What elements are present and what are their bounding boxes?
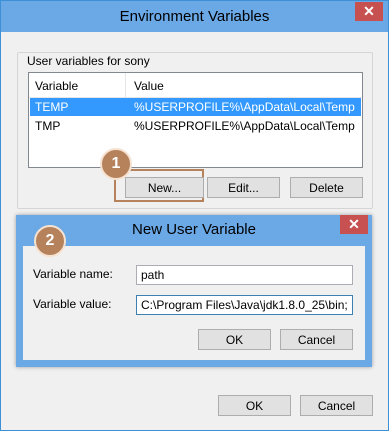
column-header-variable[interactable]: Variable xyxy=(35,79,78,93)
close-button[interactable]: ✕ xyxy=(355,2,383,21)
cancel-button[interactable]: Cancel xyxy=(300,395,373,416)
edit-button[interactable]: Edit... xyxy=(207,177,280,198)
step-marker-2: 2 xyxy=(34,225,66,257)
variable-name-label: Variable name: xyxy=(33,267,113,281)
variable-value-label: Variable value: xyxy=(33,297,112,311)
ok-button[interactable]: OK xyxy=(218,395,291,416)
list-row-tmp[interactable]: TMP %USERPROFILE%\AppData\Local\Temp xyxy=(30,117,361,135)
list-header: Variable Value xyxy=(29,73,362,98)
dialog-body: Variable name: path Variable value: C:\P… xyxy=(23,246,365,360)
delete-button[interactable]: Delete xyxy=(290,177,363,198)
window-title: Environment Variables xyxy=(119,8,270,25)
dialog-close-button[interactable]: ✕ xyxy=(340,215,368,234)
row-value: %USERPROFILE%\AppData\Local\Temp xyxy=(134,100,355,114)
close-icon: ✕ xyxy=(363,3,375,19)
row-value: %USERPROFILE%\AppData\Local\Temp xyxy=(134,119,355,133)
title-bar[interactable]: Environment Variables ✕ xyxy=(1,1,388,32)
row-variable: TMP xyxy=(35,119,61,133)
dialog-cancel-button[interactable]: Cancel xyxy=(280,329,353,350)
user-variables-list[interactable]: Variable Value TEMP %USERPROFILE%\AppDat… xyxy=(28,72,363,168)
user-variables-group-label: User variables for sony xyxy=(25,54,152,68)
new-button[interactable]: New... xyxy=(125,177,204,198)
dialog-ok-button[interactable]: OK xyxy=(198,329,271,350)
close-icon: ✕ xyxy=(348,216,360,232)
list-row-temp[interactable]: TEMP %USERPROFILE%\AppData\Local\Temp xyxy=(30,98,361,116)
dialog-title: New User Variable xyxy=(132,221,256,238)
column-header-value[interactable]: Value xyxy=(134,79,164,93)
row-variable: TEMP xyxy=(35,100,69,114)
new-user-variable-dialog: New User Variable ✕ Variable name: path … xyxy=(16,215,372,367)
step-marker-1: 1 xyxy=(100,148,132,180)
variable-name-input[interactable]: path xyxy=(136,265,353,285)
variable-value-input[interactable]: C:\Program Files\Java\jdk1.8.0_25\bin; xyxy=(136,295,353,315)
column-separator[interactable] xyxy=(125,73,126,97)
